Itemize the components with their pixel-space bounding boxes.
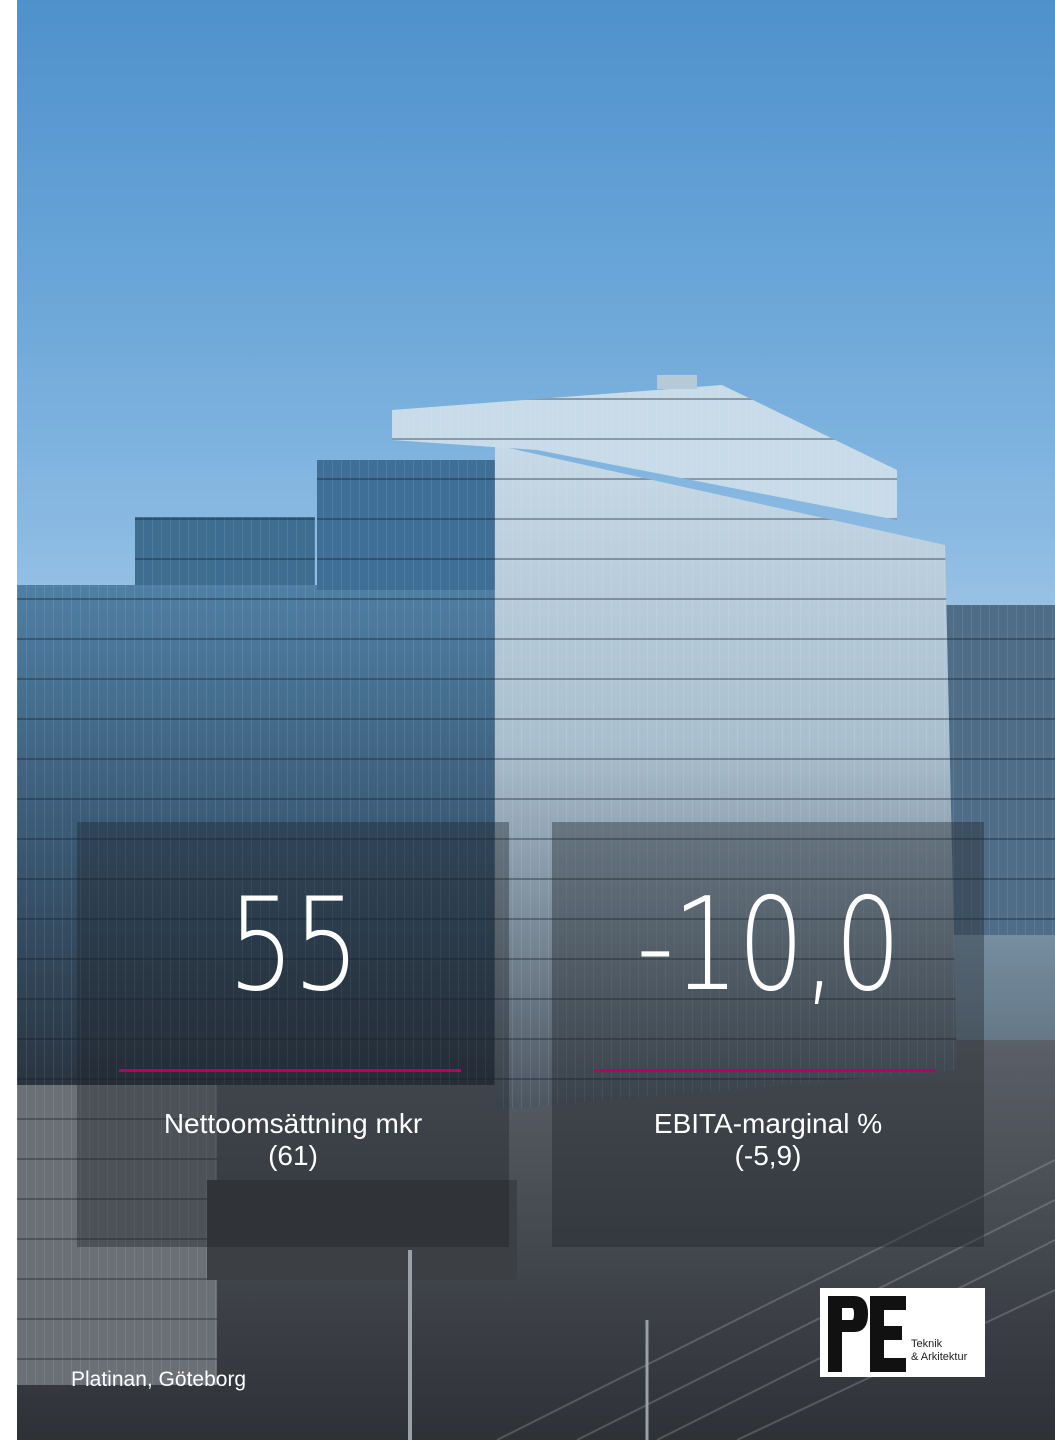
logo-line-1: Teknik [911,1338,943,1350]
net-sales-previous: (61) [268,1140,318,1171]
pe-logo-mark-icon [828,1296,906,1372]
logo-text: Teknik & Arkitektur [911,1338,967,1364]
accent-rule [119,1069,461,1072]
photo-caption: Platinan, Göteborg [71,1368,247,1391]
net-sales-value: 55 [227,871,360,1020]
net-sales-label: Nettoomsättning mkr [163,1108,423,1139]
left-margin-strip [0,0,17,1440]
stat-card-ebita-margin: -10,0 EBITA-marginal % (-5,9) [552,822,984,1247]
logo-line-2: & Arkitektur [911,1351,968,1364]
ebita-margin-value: -10,0 [636,871,901,1020]
ebita-margin-previous: (-5,9) [734,1140,802,1171]
stat-card-net-sales: 55 Nettoomsättning mkr (61) [77,822,509,1247]
company-logo: Teknik & Arkitektur [820,1288,985,1377]
ebita-margin-label: EBITA-marginal % [653,1108,883,1139]
accent-rule [594,1069,936,1072]
